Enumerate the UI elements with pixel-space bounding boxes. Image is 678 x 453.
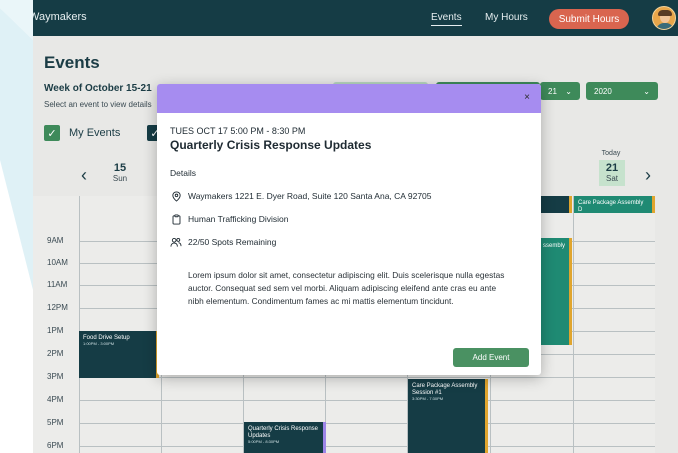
event-description: Lorem ipsum dolor sit amet, consectetur … [188,270,505,306]
hour-line [79,423,655,424]
hour-line [79,446,655,447]
day-select-value: 21 [548,86,557,96]
event-datetime: TUES OCT 17 5:00 PM - 8:30 PM [170,126,306,136]
year-select[interactable]: 2020 ⌄ [586,82,658,100]
day-select[interactable]: 21 ⌄ [540,82,580,100]
avatar[interactable] [652,6,676,30]
my-events-checkbox[interactable]: ✓ [44,125,60,141]
division-row: Human Trafficking Division [170,212,288,226]
hour-line [79,400,655,401]
day-header-sun[interactable]: 15 Sun [100,162,140,183]
clipboard-icon [170,213,182,225]
week-title: Week of October 15-21 [44,83,152,94]
avatar-hair-shape [658,10,672,16]
hour-label: 2PM [47,349,64,358]
location-pin-icon [170,190,182,202]
nav-link-my-hours[interactable]: My Hours [485,12,528,23]
chevron-right-icon[interactable]: › [645,165,651,186]
event-food-drive-setup[interactable]: Food Drive Setup 1:00PM - 3:00PM [79,331,159,378]
event-details-modal: × TUES OCT 17 5:00 PM - 8:30 PM Quarterl… [157,84,541,375]
hour-label: 10AM [47,258,68,267]
grid-column-line [79,196,80,453]
close-icon[interactable]: × [521,92,533,104]
spots-row: 22/50 Spots Remaining [170,235,276,249]
my-events-label: My Events [69,127,121,139]
event-title: Quarterly Crisis Response Updates [248,426,319,440]
add-event-button[interactable]: Add Event [453,348,529,367]
event-care-package-right[interactable]: Care Package Assembly D [574,196,655,213]
hour-label: 12PM [47,303,68,312]
event-title: Quarterly Crisis Response Updates [170,138,372,152]
modal-header: × [157,84,541,113]
event-title: Care Package Assembly D [578,200,644,213]
hour-line [79,377,655,378]
avatar-body-shape [656,23,674,29]
day-header-today[interactable]: 21 Sat [599,160,625,186]
division-text: Human Trafficking Division [188,214,289,224]
chevron-left-icon[interactable]: ‹ [81,165,87,186]
page-title: Events [44,53,100,72]
week-hint: Select an event to view details [44,100,152,109]
day-number: 21 [605,162,619,174]
submit-hours-button[interactable]: Submit Hours [549,9,629,29]
day-number: 15 [113,162,127,174]
hour-label: 11AM [47,280,68,289]
event-quarterly-crisis[interactable]: Quarterly Crisis Response Updates 5:00PM… [244,422,326,453]
users-icon [170,236,182,248]
event-time: 3:30PM - 7:30PM [412,396,444,402]
day-name: Sat [605,174,618,183]
hour-label: 6PM [47,441,64,450]
chevron-down-icon: ⌄ [643,86,650,96]
event-time: 1:00PM - 3:00PM [83,341,115,347]
hour-label: 4PM [47,395,64,404]
day-name: Sun [112,174,128,183]
location-row: Waymakers 1221 E. Dyer Road, Suite 120 S… [170,189,432,203]
event-care-package-assembly[interactable]: Care Package Assembly Session #1 3:30PM … [408,379,488,453]
hour-label: 9AM [47,236,64,245]
today-label: Today [601,150,621,157]
chevron-down-icon: ⌄ [565,86,572,96]
details-heading: Details [170,168,196,178]
location-text: Waymakers 1221 E. Dyer Road, Suite 120 S… [188,191,432,201]
spots-text: 22/50 Spots Remaining [188,237,277,247]
grid-right-margin [655,196,678,453]
event-title: Care Package Assembly Session #1 [412,383,478,397]
brand-logo[interactable]: Waymakers [33,11,87,23]
year-select-value: 2020 [594,86,612,96]
nav-link-events[interactable]: Events [431,12,462,26]
hour-label: 5PM [47,418,64,427]
hour-label: 3PM [47,372,64,381]
top-navbar: Waymakers Events My Hours Submit Hours [33,0,678,36]
event-time: 5:00PM - 8:30PM [248,439,280,445]
grid-column-line [573,196,574,453]
hour-label: 1PM [47,326,64,335]
